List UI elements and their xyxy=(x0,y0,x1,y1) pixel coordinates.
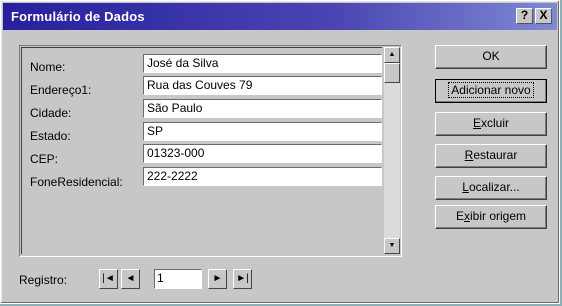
record-label: Registro: xyxy=(19,273,68,287)
show-source-button-label: Exibir origem xyxy=(455,209,527,223)
name-field[interactable]: José da Silva xyxy=(143,54,382,73)
help-icon: ? xyxy=(520,8,529,22)
dialog-title: Formulário de Dados xyxy=(11,9,145,24)
name-label: Nome: xyxy=(30,60,66,74)
last-record-icon: ►| xyxy=(236,273,249,284)
restore-button[interactable]: Restaurar xyxy=(435,144,547,168)
restore-button-label: Restaurar xyxy=(464,148,518,162)
ok-button-label: OK xyxy=(482,49,500,63)
state-field[interactable]: SP xyxy=(143,122,382,141)
fields-panel: Nome: José da Silva Endereço1: Rua das C… xyxy=(19,45,402,257)
city-label: Cidade: xyxy=(30,106,72,120)
previous-record-icon: ◄ xyxy=(125,273,136,284)
last-record-button[interactable]: ►| xyxy=(233,269,252,289)
add-new-button[interactable]: Adicionar novo xyxy=(435,79,547,103)
state-label: Estado: xyxy=(30,129,71,143)
find-button[interactable]: Localizar... xyxy=(435,176,547,200)
close-icon: X xyxy=(539,8,548,22)
scroll-up-icon: ▲ xyxy=(388,51,396,58)
scroll-down-button[interactable]: ▼ xyxy=(384,238,400,254)
previous-record-button[interactable]: ◄ xyxy=(121,269,140,289)
address-field[interactable]: Rua das Couves 79 xyxy=(143,76,382,95)
delete-button[interactable]: Excluir xyxy=(435,112,547,136)
zip-label: CEP: xyxy=(30,152,59,166)
home-phone-field[interactable]: 222-2222 xyxy=(143,167,382,186)
first-record-button[interactable]: |◄ xyxy=(99,269,118,289)
home-phone-label: FoneResidencial: xyxy=(30,175,123,189)
zip-field[interactable]: 01323-000 xyxy=(143,144,382,163)
close-button[interactable]: X xyxy=(535,8,552,24)
record-number-input[interactable]: 1 xyxy=(154,269,202,289)
scroll-up-button[interactable]: ▲ xyxy=(384,47,400,63)
next-record-button[interactable]: ► xyxy=(208,269,227,289)
ok-button[interactable]: OK xyxy=(435,45,547,69)
next-record-icon: ► xyxy=(212,273,223,284)
show-source-button[interactable]: Exibir origem xyxy=(435,205,547,229)
title-bar: Formulário de Dados ? X xyxy=(3,3,557,30)
first-record-icon: |◄ xyxy=(102,273,115,284)
fields-area: Nome: José da Silva Endereço1: Rua das C… xyxy=(21,47,382,254)
help-button[interactable]: ? xyxy=(516,8,533,24)
scroll-down-icon: ▼ xyxy=(388,242,396,249)
city-field[interactable]: São Paulo xyxy=(143,99,382,118)
find-button-label: Localizar... xyxy=(462,180,520,194)
address-label: Endereço1: xyxy=(30,83,92,97)
data-form-dialog: Formulário de Dados ? X Nome: José da Si… xyxy=(0,0,560,304)
record-scrollbar[interactable]: ▲ ▼ xyxy=(384,47,400,254)
delete-button-label: Excluir xyxy=(472,116,510,130)
add-new-button-label: Adicionar novo xyxy=(448,82,534,98)
scroll-thumb[interactable] xyxy=(384,63,400,83)
